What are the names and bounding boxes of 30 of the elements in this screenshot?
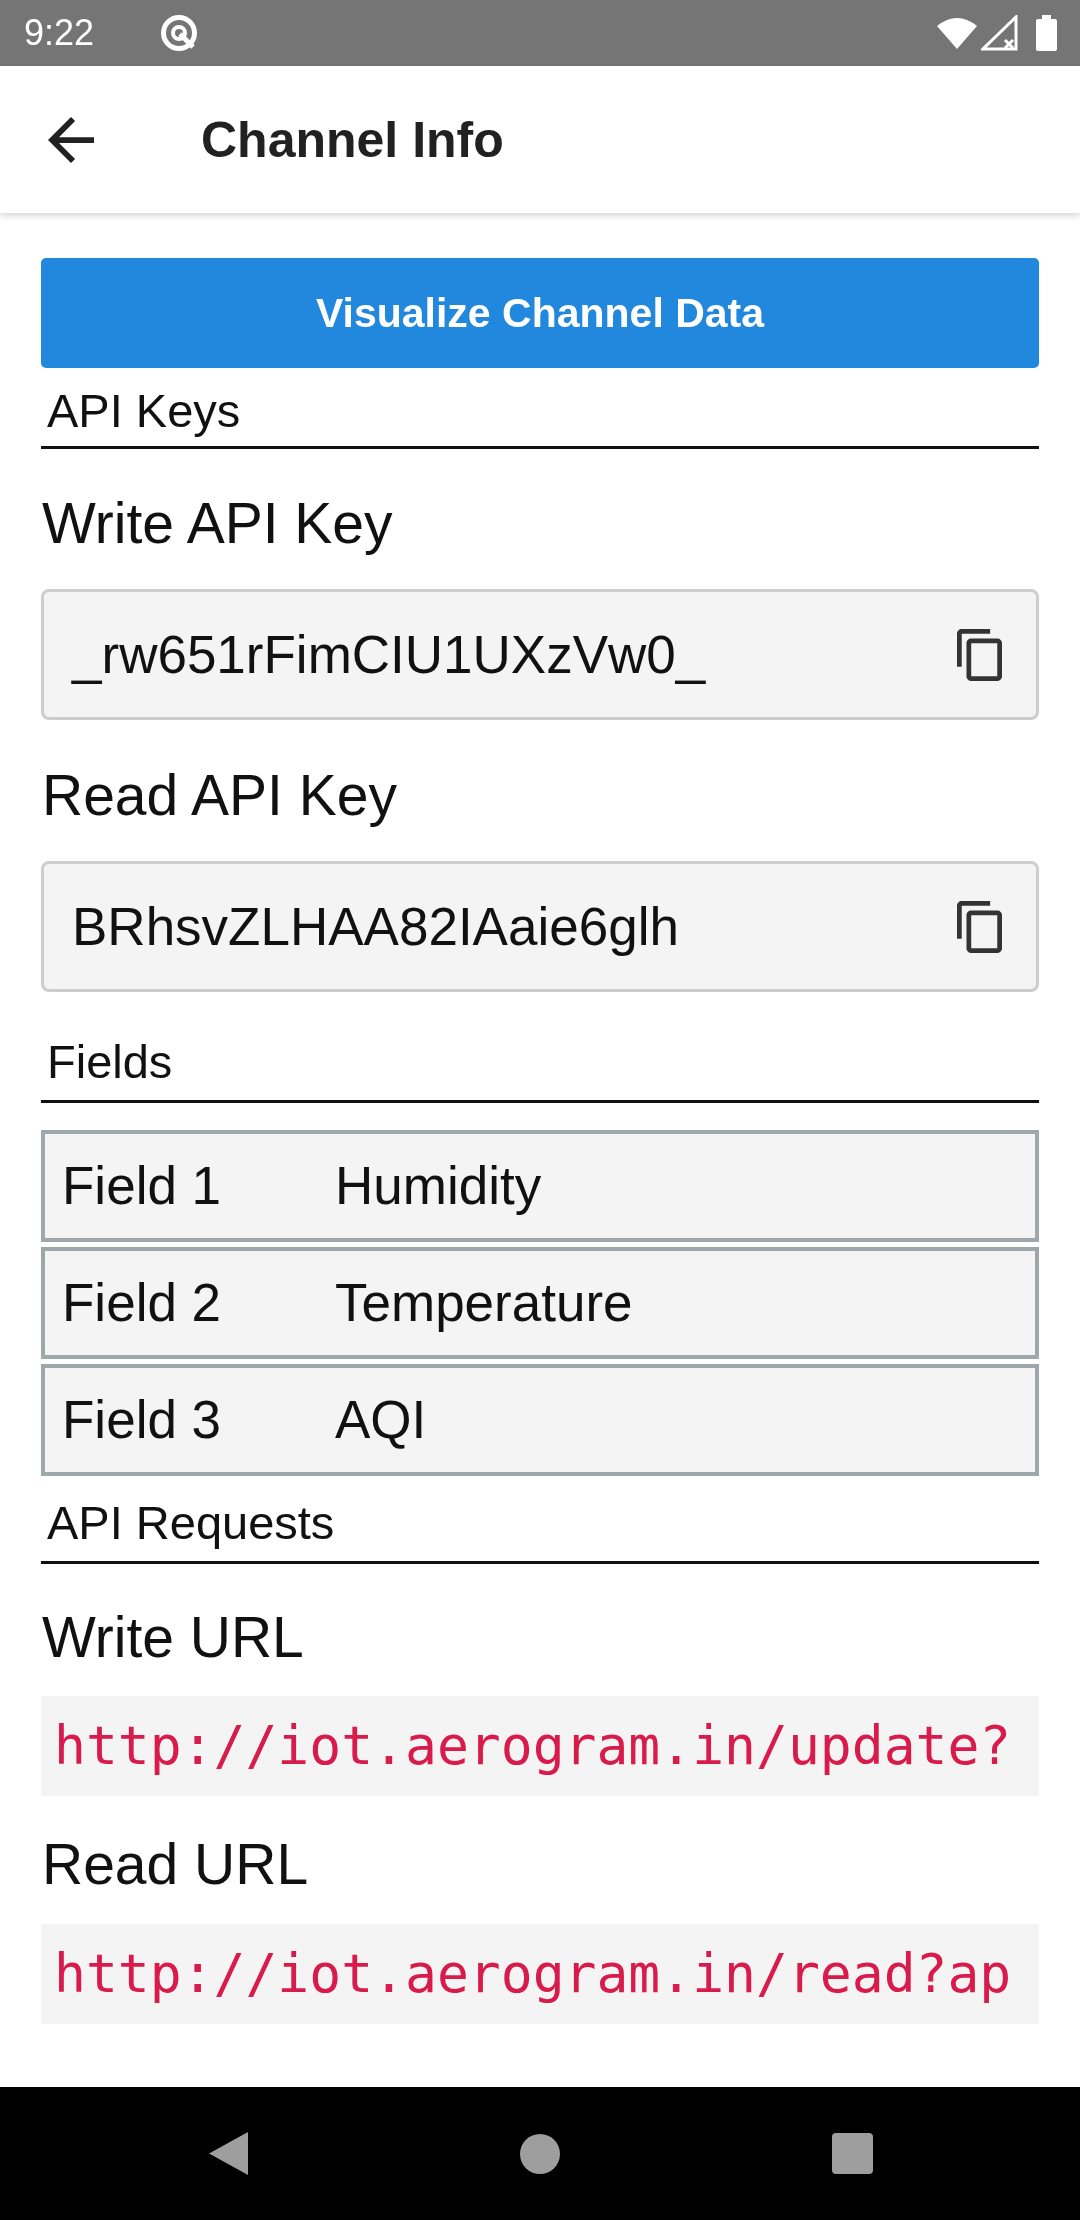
key-label: Read API Key: [42, 762, 397, 828]
field-name: Temperature: [335, 1272, 633, 1334]
section-heading: API Requests: [47, 1496, 335, 1550]
api-key-text: _rw651rFimCIU1UXzVw0_: [72, 623, 706, 686]
signal-icon: [981, 15, 1018, 51]
section-heading: API Keys: [47, 384, 241, 438]
field-name: Humidity: [335, 1155, 542, 1217]
url-text: http://iot.aerogram.in/read?ap: [54, 1943, 1012, 2005]
battery-icon: [1036, 15, 1057, 51]
api-key-text: BRhsvZLHAA82IAaie6glh: [72, 895, 679, 958]
url-text: http://iot.aerogram.in/update?: [54, 1715, 1012, 1777]
copy-icon[interactable]: [957, 900, 1002, 953]
recents-nav-icon[interactable]: [831, 2133, 873, 2174]
field-name: AQI: [335, 1389, 427, 1451]
key-label: Write API Key: [42, 490, 393, 556]
section-heading: Fields: [47, 1035, 173, 1089]
wifi-icon: [937, 17, 977, 49]
url-label: Read URL: [42, 1831, 309, 1897]
field-number: Field 1: [62, 1155, 223, 1217]
visualize-button[interactable]: Visualize Channel Data: [41, 258, 1039, 368]
back-nav-icon[interactable]: [208, 2132, 248, 2175]
field-number: Field 2: [62, 1272, 223, 1334]
status-time: 9:22: [24, 15, 95, 51]
back-icon[interactable]: [48, 116, 94, 163]
copy-icon[interactable]: [957, 628, 1002, 681]
url-label: Write URL: [42, 1604, 304, 1670]
screen-title: Channel Info: [201, 114, 504, 165]
field-number: Field 3: [62, 1389, 223, 1451]
home-nav-icon[interactable]: [520, 2133, 560, 2174]
ring-icon: [160, 14, 199, 52]
